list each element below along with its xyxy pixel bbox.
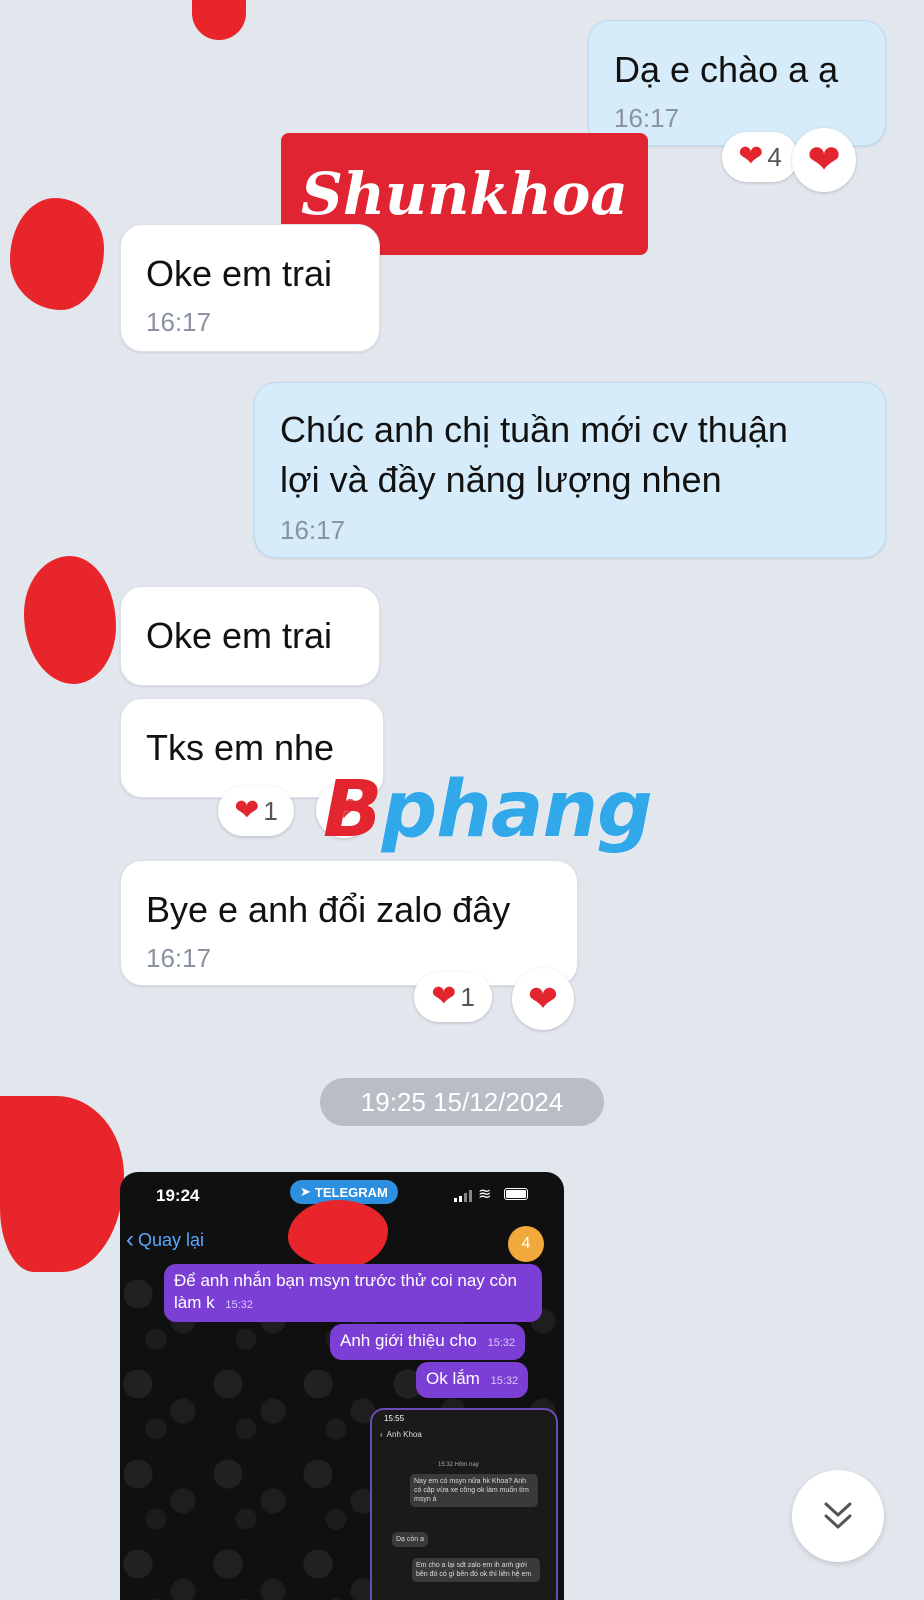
message-bubble-outgoing[interactable]: Dạ e chào a ạ 16:17 <box>588 20 886 146</box>
battery-icon <box>504 1188 528 1200</box>
heart-icon: ❤ <box>738 140 764 173</box>
inner-header: ‹ Anh Khoa <box>380 1430 422 1439</box>
date-divider-text: 19:25 15/12/2024 <box>360 1086 564 1117</box>
watermark-rest: phang <box>381 765 652 855</box>
heart-icon: ❤ <box>234 794 260 827</box>
inner-status-time: 15:55 <box>384 1414 405 1423</box>
message-text: Tks em nhe <box>146 727 335 768</box>
message-text: Bye e anh đổi zalo đây <box>146 889 511 930</box>
inner-contact-name: Anh Khoa <box>386 1430 422 1439</box>
message-time: 16:17 <box>146 943 212 973</box>
message-text: Oke em trai <box>146 615 333 656</box>
shared-image-message[interactable]: 19:24 ➤ TELEGRAM ≋ ‹ Quay lại 4 Để anh n… <box>120 1172 564 1600</box>
censor-blob <box>10 198 104 310</box>
chevron-left-icon: ‹ <box>126 1226 134 1253</box>
censor-blob <box>0 1096 124 1272</box>
telegram-message-time: 15:32 <box>490 1375 519 1387</box>
date-divider: 19:25 15/12/2024 <box>320 1078 604 1126</box>
watermark-initial: B <box>323 765 382 855</box>
message-bubble-outgoing[interactable]: Chúc anh chị tuần mới cv thuận lợi và đầ… <box>254 382 886 558</box>
react-button[interactable]: ❤ <box>792 128 856 192</box>
logo-text: Shunkhoa <box>300 160 628 228</box>
chevron-double-down-icon <box>824 1502 852 1529</box>
message-text: Dạ e chào a ạ <box>614 49 839 90</box>
reaction-summary[interactable]: ❤ 1 <box>414 972 492 1022</box>
unread-count: 4 <box>521 1235 531 1252</box>
signal-icon <box>454 1190 474 1202</box>
avatar[interactable]: 4 <box>508 1226 544 1262</box>
inner-divider: 15:32 Hôm nay <box>438 1462 479 1468</box>
telegram-message-text: Ok lắm <box>426 1369 480 1388</box>
censor-blob <box>24 556 116 684</box>
reaction-count: 1 <box>460 981 475 1012</box>
back-label: Quay lại <box>138 1229 205 1250</box>
reaction-summary[interactable]: ❤ 4 <box>722 132 798 182</box>
censor-blob <box>192 0 246 40</box>
telegram-message[interactable]: Anh giới thiệu cho 15:32 <box>330 1324 526 1360</box>
message-bubble-incoming[interactable]: Bye e anh đổi zalo đây 16:17 <box>120 860 578 986</box>
telegram-message-time: 15:32 <box>225 1299 253 1311</box>
telegram-message[interactable]: Để anh nhắn bạn msyn trước thử coi nay c… <box>164 1264 542 1322</box>
paper-plane-icon: ➤ <box>300 1184 311 1199</box>
message-bubble-incoming[interactable]: Oke em trai 16:17 <box>120 224 380 352</box>
censor-blob <box>288 1200 388 1268</box>
chevron-left-icon: ‹ <box>380 1430 383 1439</box>
message-bubble-incoming[interactable]: Oke em trai <box>120 586 380 686</box>
message-time: 16:17 <box>614 103 680 133</box>
heart-icon: ❤ <box>431 980 457 1013</box>
message-time: 16:17 <box>280 515 346 545</box>
message-text-line: Chúc anh chị tuần mới cv thuận <box>280 409 788 450</box>
message-text-line: lợi và đầy năng lượng nhen <box>280 459 722 500</box>
message-time: 16:17 <box>146 307 212 337</box>
telegram-badge-label: TELEGRAM <box>314 1184 388 1200</box>
reaction-count: 4 <box>767 141 782 172</box>
inner-message: Dạ còn a <box>392 1532 429 1547</box>
message-text: Oke em trai <box>146 253 333 294</box>
react-button[interactable]: ❤ <box>512 968 574 1030</box>
bphang-watermark: Bphang <box>323 765 653 855</box>
inner-message: Nay em có msyn nữa hk Khoa? Anh có cặp v… <box>410 1474 538 1507</box>
reaction-summary[interactable]: ❤ 1 <box>218 786 294 836</box>
status-time: 19:24 <box>156 1186 200 1205</box>
nested-screenshot: 15:55 ‹ Anh Khoa 15:32 Hôm nay Nay em có… <box>370 1408 558 1600</box>
telegram-message-text: Anh giới thiệu cho <box>340 1331 477 1350</box>
back-button[interactable]: ‹ Quay lại <box>126 1226 204 1254</box>
heart-icon: ❤ <box>807 138 841 182</box>
wifi-icon: ≋ <box>478 1186 492 1203</box>
telegram-message-time: 15:32 <box>487 1337 516 1349</box>
inner-message: Em cho a lại sdt zalo em ih anh giới bên… <box>412 1558 540 1582</box>
heart-icon: ❤ <box>527 978 559 1019</box>
telegram-message[interactable]: Ok lắm 15:32 <box>416 1362 529 1398</box>
reaction-count: 1 <box>263 795 278 826</box>
scroll-to-bottom-button[interactable] <box>792 1470 884 1562</box>
